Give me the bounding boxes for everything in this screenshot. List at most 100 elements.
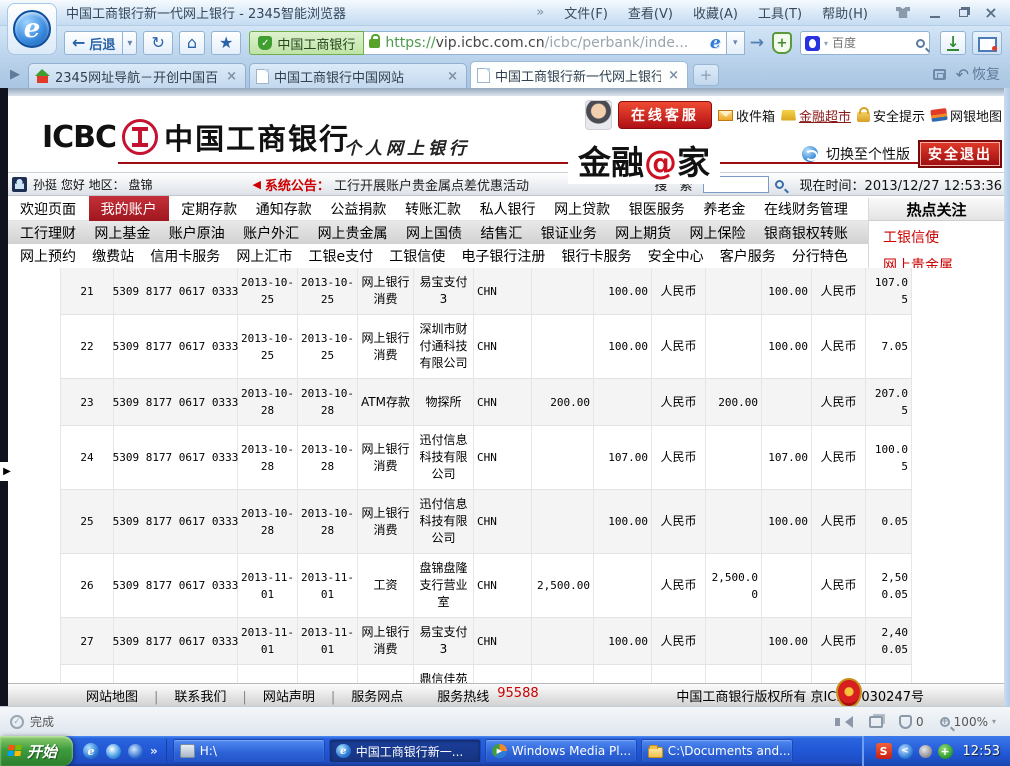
security-tips-link[interactable]: 安全提示 bbox=[857, 106, 925, 125]
go-forward-button[interactable]: → bbox=[750, 33, 764, 53]
menu-overflow-icon[interactable]: » bbox=[536, 5, 544, 20]
nav-item[interactable]: 信用卡服务 bbox=[144, 244, 226, 268]
tab-2345-nav[interactable]: 2345网址导航－开创中国百... × bbox=[28, 63, 246, 88]
home-button[interactable]: ⌂ bbox=[179, 31, 205, 55]
sogou-tray-icon[interactable]: S bbox=[876, 743, 892, 759]
system-notice[interactable]: ◀ 系统公告： 工行开展账户贵金属点差优惠活动 bbox=[252, 175, 529, 194]
tab-close-icon[interactable]: × bbox=[445, 69, 460, 84]
back-dropdown[interactable]: ▾ bbox=[123, 31, 137, 55]
menu-item[interactable]: 工具(T) bbox=[758, 3, 802, 22]
task-button[interactable]: H:\ bbox=[173, 739, 325, 763]
tab-close-icon[interactable]: × bbox=[666, 68, 681, 83]
nav-item[interactable]: 欢迎页面 bbox=[14, 197, 82, 221]
minimize-button[interactable] bbox=[922, 4, 948, 22]
search-engine-dropdown[interactable]: ▾ bbox=[824, 39, 828, 48]
new-tab-button[interactable]: + bbox=[693, 64, 719, 86]
tab-cascade-icon[interactable] bbox=[933, 69, 946, 80]
side-panel-toggle[interactable]: ▶ bbox=[0, 462, 14, 481]
nav-item[interactable]: 在线财务管理 bbox=[758, 197, 854, 221]
site-search-icon[interactable] bbox=[775, 180, 784, 189]
footer-link[interactable]: 服务网点 bbox=[351, 686, 403, 705]
menu-item[interactable]: 查看(V) bbox=[628, 3, 673, 22]
nav-item[interactable]: 工行理财 bbox=[14, 221, 82, 245]
nav-item[interactable]: 网上期货 bbox=[609, 221, 677, 245]
nav-item[interactable]: 安全中心 bbox=[642, 244, 710, 268]
favorites-button[interactable]: ★ bbox=[211, 31, 241, 55]
nav-item[interactable]: 网上贵金属 bbox=[312, 221, 394, 245]
nav-item[interactable]: 通知存款 bbox=[250, 197, 318, 221]
tab-icbc-ebank-active[interactable]: 中国工商银行新一代网上银行 × bbox=[470, 61, 688, 88]
windows-icon[interactable] bbox=[869, 716, 883, 728]
tab-close-icon[interactable]: × bbox=[224, 69, 239, 84]
nav-item[interactable]: 工银e支付 bbox=[303, 244, 380, 268]
ad-block-shield-icon[interactable]: + bbox=[772, 32, 792, 54]
hot-link[interactable]: 工银信使 bbox=[869, 221, 1004, 249]
inbox-link[interactable]: 收件箱 bbox=[718, 106, 775, 125]
baidu-search-input[interactable] bbox=[832, 36, 912, 50]
nav-item[interactable]: 网上保险 bbox=[684, 221, 752, 245]
restore-closed-tab[interactable]: ↶恢复 bbox=[956, 64, 1000, 84]
address-bar[interactable]: https://vip.icbc.com.cn/icbc/perbank/ind… bbox=[364, 31, 726, 55]
safe-logout-button[interactable]: 安全退出 bbox=[918, 140, 1002, 168]
ebank-map-link[interactable]: 网银地图 bbox=[931, 106, 1002, 125]
footer-link[interactable]: 网站地图 bbox=[86, 686, 174, 705]
nav-item[interactable]: 养老金 bbox=[697, 197, 751, 221]
speaker-icon[interactable] bbox=[839, 716, 853, 728]
footer-link[interactable]: 网站声明 bbox=[263, 686, 351, 705]
finance-market-link[interactable]: 金融超市 bbox=[781, 106, 851, 125]
task-button[interactable]: C:\Documents and... bbox=[641, 739, 793, 763]
tab-icbc-site[interactable]: 中国工商银行中国网站 × bbox=[249, 63, 467, 88]
nav-item[interactable]: 缴费站 bbox=[86, 244, 140, 268]
nav-item[interactable]: 工银信使 bbox=[383, 244, 451, 268]
footer-link[interactable]: 联系我们 bbox=[174, 686, 262, 705]
nav-item[interactable]: 分行特色 bbox=[786, 244, 854, 268]
menu-item[interactable]: 帮助(H) bbox=[822, 3, 868, 22]
nav-item[interactable]: 转账汇款 bbox=[399, 197, 467, 221]
menu-item[interactable]: 收藏(A) bbox=[693, 3, 738, 22]
nav-item[interactable]: 账户外汇 bbox=[237, 221, 305, 245]
nav-item[interactable]: 电子银行注册 bbox=[455, 244, 551, 268]
nav-item[interactable]: 网上预约 bbox=[14, 244, 82, 268]
tray-app-icon[interactable]: < bbox=[898, 744, 913, 759]
quick-app-icon-2[interactable] bbox=[128, 744, 143, 759]
nav-item[interactable]: 网上汇市 bbox=[230, 244, 298, 268]
nav-item[interactable]: 结售汇 bbox=[474, 221, 528, 245]
quick-app-icon[interactable] bbox=[106, 744, 121, 759]
nav-item[interactable]: 私人银行 bbox=[474, 197, 542, 221]
nav-item[interactable]: 公益捐款 bbox=[324, 197, 392, 221]
nav-item[interactable]: 银行卡服务 bbox=[556, 244, 638, 268]
search-icon[interactable] bbox=[916, 39, 925, 48]
switch-version-link[interactable]: 切换至个性版 bbox=[826, 144, 910, 164]
nav-item[interactable]: 银商银权转账 bbox=[758, 221, 854, 245]
download-button[interactable]: ↓ bbox=[940, 31, 966, 55]
screenshot-button[interactable] bbox=[972, 31, 1002, 55]
quick-launch-more-icon[interactable]: » bbox=[150, 744, 158, 758]
restore-button[interactable] bbox=[950, 4, 976, 22]
nav-item[interactable]: 客户服务 bbox=[714, 244, 782, 268]
task-button[interactable]: e 中国工商银行新一... bbox=[329, 739, 481, 763]
nav-item[interactable]: 我的账户 bbox=[89, 196, 169, 222]
skin-icon[interactable] bbox=[896, 7, 910, 18]
close-button[interactable]: × bbox=[978, 4, 1004, 22]
nav-item[interactable]: 银医服务 bbox=[623, 197, 691, 221]
address-dropdown[interactable]: ▾ bbox=[727, 31, 745, 55]
baidu-search-box[interactable]: ▾ bbox=[800, 31, 930, 55]
notice-text[interactable]: 工行开展账户贵金属点差优惠活动 bbox=[334, 175, 529, 194]
nav-item[interactable]: 银证业务 bbox=[535, 221, 603, 245]
task-button[interactable]: ▶ Windows Media Pl... bbox=[485, 739, 637, 763]
site-verify-badge[interactable]: ✓ 中国工商银行 bbox=[249, 31, 364, 55]
nav-item[interactable]: 网上贷款 bbox=[548, 197, 616, 221]
nav-item[interactable]: 定期存款 bbox=[175, 197, 243, 221]
nav-item[interactable]: 网上基金 bbox=[88, 221, 156, 245]
online-service-button[interactable]: 在线客服 bbox=[618, 101, 712, 129]
refresh-button[interactable]: ↻ bbox=[143, 31, 172, 55]
blocked-counter[interactable]: 0 bbox=[899, 715, 924, 729]
zoom-control[interactable]: +100%▾ bbox=[940, 715, 996, 729]
nav-item[interactable]: 网上国债 bbox=[400, 221, 468, 245]
volume-tray-icon[interactable] bbox=[919, 745, 932, 758]
back-button[interactable]: ←后退 bbox=[64, 31, 123, 55]
nav-item[interactable]: 账户原油 bbox=[163, 221, 231, 245]
start-button[interactable]: 开始 bbox=[0, 736, 73, 766]
tab-list-icon[interactable]: ▶ bbox=[10, 67, 20, 82]
quick-ie-icon[interactable]: e bbox=[83, 743, 99, 759]
